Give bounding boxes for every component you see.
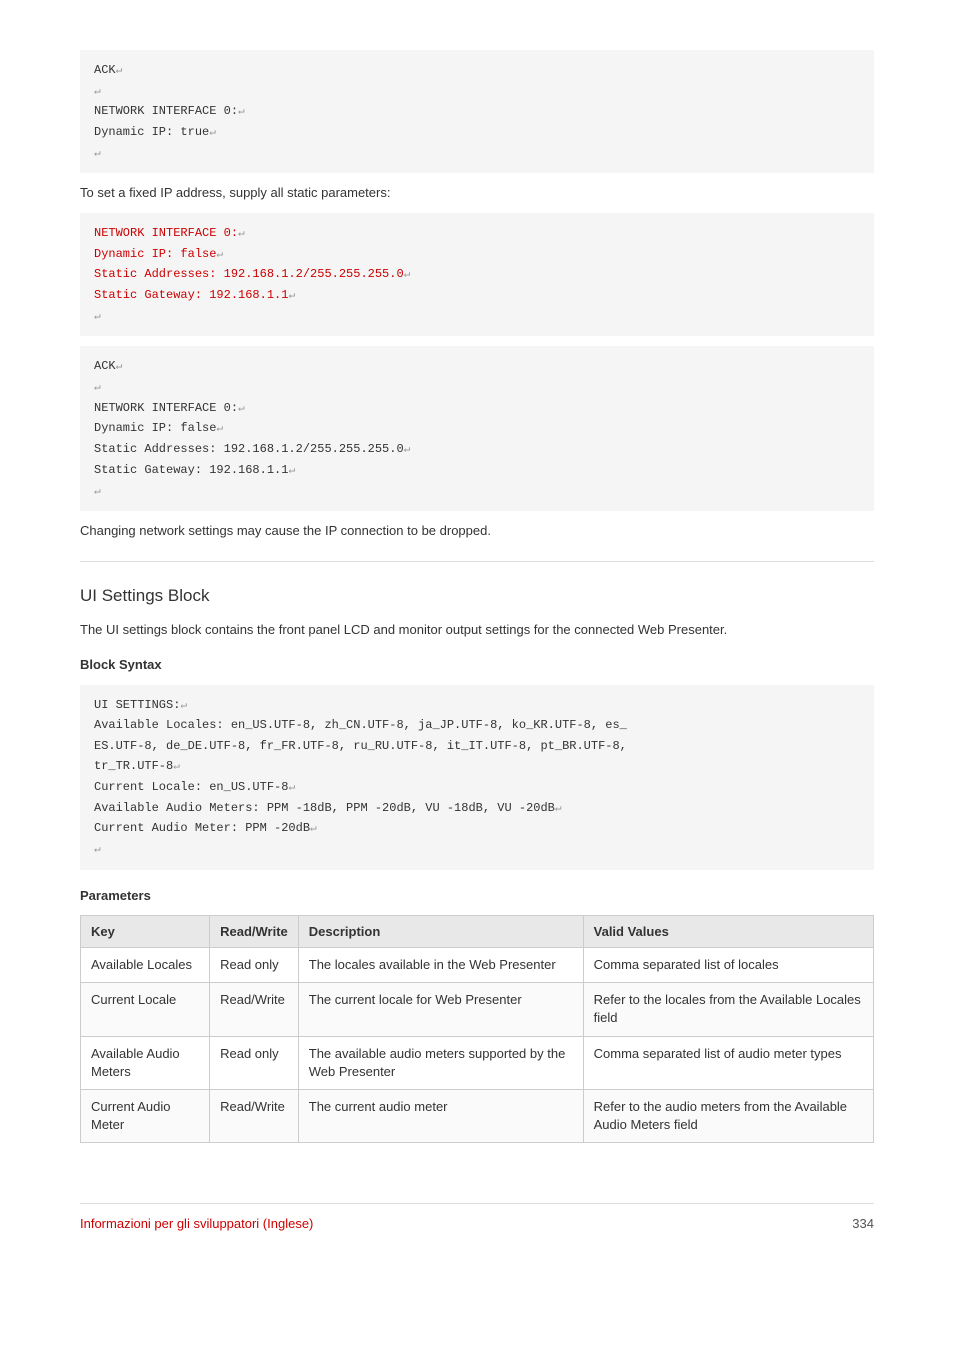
col-header-validvalues: Valid Values [583, 916, 873, 948]
cell-description: The current locale for Web Presenter [298, 983, 583, 1036]
table-row: Current LocaleRead/WriteThe current loca… [81, 983, 874, 1036]
parameters-heading: Parameters [80, 886, 874, 906]
cell-key: Available Locales [81, 948, 210, 983]
footer-page-number: 334 [852, 1216, 874, 1231]
cell-key: Current Locale [81, 983, 210, 1036]
colored-code-block: NETWORK INTERFACE 0:↵ Dynamic IP: false↵… [80, 213, 874, 336]
col-header-readwrite: Read/Write [210, 916, 299, 948]
section-heading: UI Settings Block [80, 586, 874, 612]
cell-description: The current audio meter [298, 1090, 583, 1143]
col-header-description: Description [298, 916, 583, 948]
cell-validvalues: Refer to the audio meters from the Avail… [583, 1090, 873, 1143]
section-divider [80, 561, 874, 562]
cell-readwrite: Read/Write [210, 983, 299, 1036]
cell-validvalues: Comma separated list of audio meter type… [583, 1036, 873, 1089]
col-header-key: Key [81, 916, 210, 948]
pre-code-block-1: ACK↵ ↵ NETWORK INTERFACE 0:↵ Dynamic IP:… [80, 50, 874, 173]
cell-readwrite: Read only [210, 1036, 299, 1089]
footer: Informazioni per gli sviluppatori (Ingle… [80, 1203, 874, 1231]
cell-readwrite: Read/Write [210, 1090, 299, 1143]
cell-validvalues: Refer to the locales from the Available … [583, 983, 873, 1036]
block-syntax-heading: Block Syntax [80, 655, 874, 675]
section-description: The UI settings block contains the front… [80, 620, 874, 640]
cell-key: Available Audio Meters [81, 1036, 210, 1089]
cell-validvalues: Comma separated list of locales [583, 948, 873, 983]
table-row: Available Audio MetersRead onlyThe avail… [81, 1036, 874, 1089]
cell-readwrite: Read only [210, 948, 299, 983]
table-row: Current Audio MeterRead/WriteThe current… [81, 1090, 874, 1143]
table-row: Available LocalesRead onlyThe locales av… [81, 948, 874, 983]
cell-description: The locales available in the Web Present… [298, 948, 583, 983]
syntax-code-block: UI SETTINGS:↵ Available Locales: en_US.U… [80, 685, 874, 870]
footer-link[interactable]: Informazioni per gli sviluppatori (Ingle… [80, 1216, 313, 1231]
table-header-row: Key Read/Write Description Valid Values [81, 916, 874, 948]
warning-note: Changing network settings may cause the … [80, 521, 874, 541]
description-1: To set a fixed IP address, supply all st… [80, 183, 874, 203]
cell-key: Current Audio Meter [81, 1090, 210, 1143]
cell-description: The available audio meters supported by … [298, 1036, 583, 1089]
parameters-table: Key Read/Write Description Valid Values … [80, 915, 874, 1143]
post-code-block-2: ACK↵ ↵ NETWORK INTERFACE 0:↵ Dynamic IP:… [80, 346, 874, 511]
